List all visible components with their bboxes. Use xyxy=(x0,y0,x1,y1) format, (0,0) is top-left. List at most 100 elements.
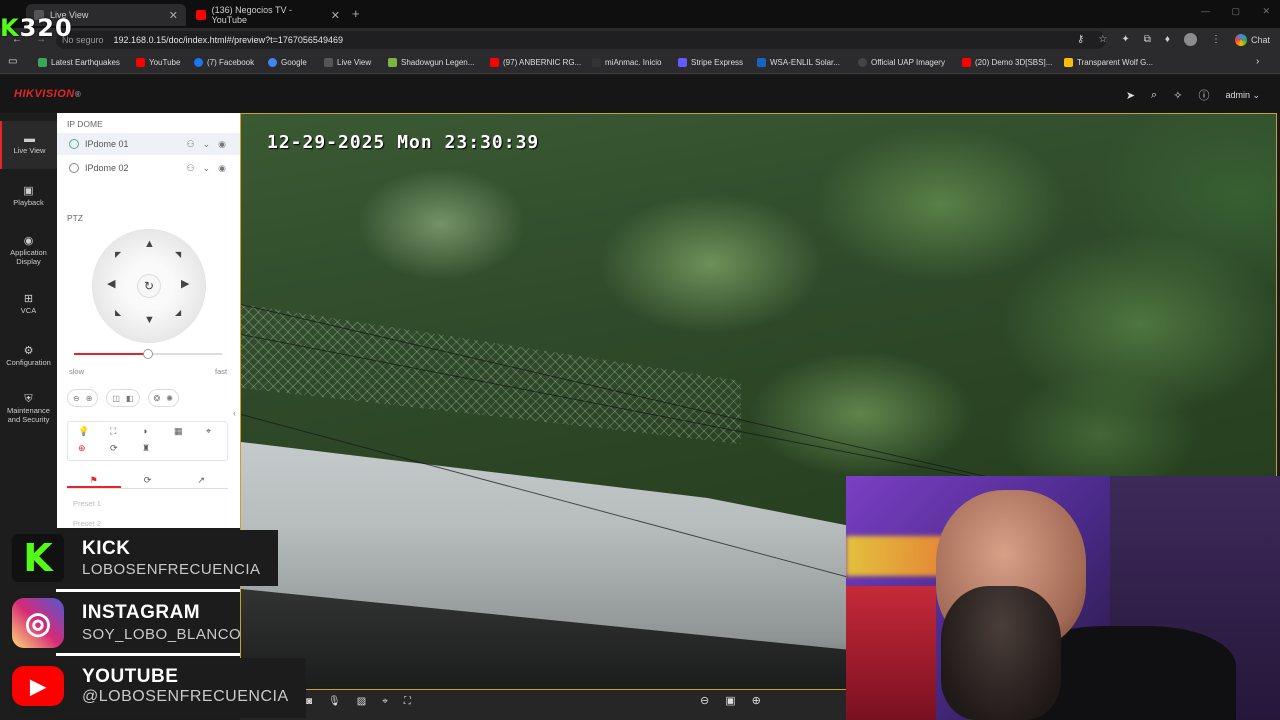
menu-kebab-icon[interactable]: ⋮ xyxy=(1211,34,1221,45)
iris-open-icon[interactable]: ✺ xyxy=(166,394,173,403)
chevron-down-icon[interactable]: ⌄ xyxy=(203,163,211,174)
close-tab-icon[interactable]: ✕ xyxy=(169,9,178,22)
password-key-icon[interactable]: ⚷ xyxy=(1077,34,1084,45)
arrow-down-right-icon[interactable]: ◢ xyxy=(175,308,181,317)
zoom-in-icon[interactable]: ⊕ xyxy=(86,394,93,403)
wiper-icon[interactable]: ◑ xyxy=(142,426,147,436)
speed-knob[interactable] xyxy=(143,349,153,359)
zoom-control[interactable]: ⊖ ⊕ xyxy=(67,389,99,407)
microphone-icon[interactable]: 🎙 xyxy=(328,696,341,707)
focus-far-icon[interactable]: ◧ xyxy=(126,394,134,403)
preset-item[interactable]: Preset 2 xyxy=(73,519,101,528)
light-icon[interactable]: 💡 xyxy=(78,426,89,437)
bookmark-item[interactable]: Stripe Express xyxy=(678,58,743,67)
stream-icon[interactable]: ⚇ xyxy=(187,163,195,174)
zoom-3d-icon[interactable]: ⊕ xyxy=(78,443,86,454)
bookmark-item[interactable]: Official UAP Imagery xyxy=(858,58,945,67)
extension-icon[interactable]: ✦ xyxy=(1121,34,1129,45)
focus-control[interactable]: ◫ ◧ xyxy=(106,389,140,407)
iris-close-icon[interactable]: ❂ xyxy=(154,394,161,403)
bookmark-item[interactable]: Google xyxy=(268,58,307,67)
nav-maintenance-security[interactable]: ⛨ Maintenance and Security xyxy=(0,394,57,425)
new-tab-icon[interactable]: + xyxy=(352,6,360,21)
bookmark-star-icon[interactable]: ☆ xyxy=(1098,34,1107,45)
ptz-direction-pad[interactable]: ▲ ▼ ◀ ▶ ◤ ◥ ◣ ◢ ↻ xyxy=(93,230,205,342)
bookmark-item[interactable]: miAnmac. Inicio xyxy=(592,58,661,67)
url-field[interactable]: No seguro 192.168.0.15/doc/index.html#/p… xyxy=(56,31,1106,49)
tab-youtube[interactable]: (136) Negocios TV - YouTube ✕ xyxy=(188,4,348,26)
info-icon[interactable]: ⓘ xyxy=(1198,87,1209,103)
maximize-icon[interactable]: ▢ xyxy=(1231,6,1240,17)
tab-pattern-icon[interactable]: ↗ xyxy=(174,471,228,488)
chat-button[interactable]: Chat xyxy=(1234,33,1270,46)
iris-control[interactable]: ❂ ✺ xyxy=(147,389,179,407)
chevron-down-icon[interactable]: ⌄ xyxy=(203,139,211,150)
digital-zoom-icon[interactable]: ⌖ xyxy=(382,696,388,707)
arrow-up-left-icon[interactable]: ◤ xyxy=(115,250,121,259)
arrow-up-icon[interactable]: ▲ xyxy=(144,238,155,250)
bookmark-item[interactable]: Latest Earthquakes xyxy=(38,58,120,67)
counter-k: K xyxy=(0,14,20,42)
arrow-left-icon[interactable]: ◀ xyxy=(107,277,115,290)
focus-near-icon[interactable]: ◫ xyxy=(112,394,120,403)
bookmark-item[interactable]: (20) Demo 3D[SBS]... xyxy=(962,58,1052,67)
bookmark-item[interactable]: YouTube xyxy=(136,58,180,67)
bookmark-item[interactable]: WSA-ENLIL Solar... xyxy=(757,58,840,67)
bookmark-label: (20) Demo 3D[SBS]... xyxy=(975,58,1053,67)
nav-application-display[interactable]: ◉ Application Display xyxy=(0,235,57,267)
application-icon: ◉ xyxy=(23,235,34,247)
zoom-out-icon[interactable]: ⊖ xyxy=(73,394,80,403)
bookmarks-panel-icon[interactable]: ♦ xyxy=(1165,34,1170,45)
send-icon[interactable]: ➤ xyxy=(1126,89,1135,102)
bookmark-item[interactable]: Transparent Wolf G... xyxy=(1064,58,1153,67)
ptz-speed-slider[interactable] xyxy=(74,349,222,359)
auto-scan-icon[interactable]: ↻ xyxy=(137,274,161,298)
camera-actions: ⚇ ⌄ ◉ xyxy=(187,139,226,150)
arrow-down-left-icon[interactable]: ◣ xyxy=(115,308,121,317)
collapse-panel-icon[interactable]: ‹ xyxy=(233,408,236,418)
minimize-icon[interactable]: — xyxy=(1201,6,1210,16)
arrow-right-icon[interactable]: ▶ xyxy=(181,277,189,290)
user-menu[interactable]: admin ⌄ xyxy=(1225,90,1260,101)
camera-item[interactable]: IPdome 01 ⚇ ⌄ ◉ xyxy=(57,133,240,155)
preset-item[interactable]: Preset 1 xyxy=(73,499,101,508)
tools-icon[interactable]: ✧ xyxy=(1173,89,1182,102)
stream-icon[interactable]: ⚇ xyxy=(187,139,195,150)
bookmark-item[interactable]: Live View xyxy=(324,58,371,67)
close-window-icon[interactable]: ✕ xyxy=(1262,6,1270,17)
apps-icon[interactable]: ▭ xyxy=(8,56,17,67)
grid-icon[interactable]: ▦ xyxy=(174,426,183,437)
bookmark-item[interactable]: Shadowgun Legen... xyxy=(388,58,474,67)
close-tab-icon[interactable]: ✕ xyxy=(331,9,340,22)
search-icon[interactable]: ⌕ xyxy=(1151,89,1157,102)
tab-preset-icon[interactable]: ⚑ xyxy=(67,471,121,488)
focus-frame-icon[interactable]: ⛶ xyxy=(110,426,116,437)
bookmark-item[interactable]: (97) ANBERNIC RG... xyxy=(490,58,581,67)
fullscreen-icon[interactable]: ⛶ xyxy=(404,696,411,707)
previous-page-icon[interactable]: ⊖ xyxy=(700,694,709,707)
lens-controls: ⊖ ⊕ ◫ ◧ ❂ ✺ xyxy=(67,389,179,407)
puzzle-extensions-icon[interactable]: ⧉ xyxy=(1144,34,1151,45)
tracking-icon[interactable]: ⌖ xyxy=(206,426,211,437)
record-icon[interactable]: ◉ xyxy=(218,163,226,174)
record-icon[interactable]: ◉ xyxy=(218,139,226,150)
capture-icon[interactable]: ◙ xyxy=(306,696,312,707)
arrow-up-right-icon[interactable]: ◥ xyxy=(175,250,181,259)
manual-tracking-icon[interactable]: ♜ xyxy=(142,443,150,454)
nav-playback[interactable]: ▣ Playback xyxy=(0,186,57,208)
bookmarks-overflow-icon[interactable]: › xyxy=(1256,56,1259,67)
nav-live-view[interactable]: ▬ Live View xyxy=(0,121,57,169)
layout-icon[interactable]: ▣ xyxy=(725,694,735,707)
tab-patrol-icon[interactable]: ⟳ xyxy=(121,471,175,488)
next-page-icon[interactable]: ⊕ xyxy=(752,694,761,707)
camera-item[interactable]: IPdome 02 ⚇ ⌄ ◉ xyxy=(57,157,240,179)
logo-hik: HIK xyxy=(14,88,35,100)
nav-vca[interactable]: ⊞ VCA xyxy=(0,294,57,316)
arrow-down-icon[interactable]: ▼ xyxy=(144,314,155,326)
reset-icon[interactable]: ⟳ xyxy=(110,443,118,454)
image-icon[interactable]: ▨ xyxy=(357,696,366,707)
bookmark-item[interactable]: (7) Facebook xyxy=(194,58,254,67)
nav-configuration[interactable]: ⚙ Configuration xyxy=(0,346,57,368)
url-text[interactable]: 192.168.0.15/doc/index.html#/preview?t=1… xyxy=(114,35,343,45)
profile-avatar[interactable] xyxy=(1183,33,1197,46)
